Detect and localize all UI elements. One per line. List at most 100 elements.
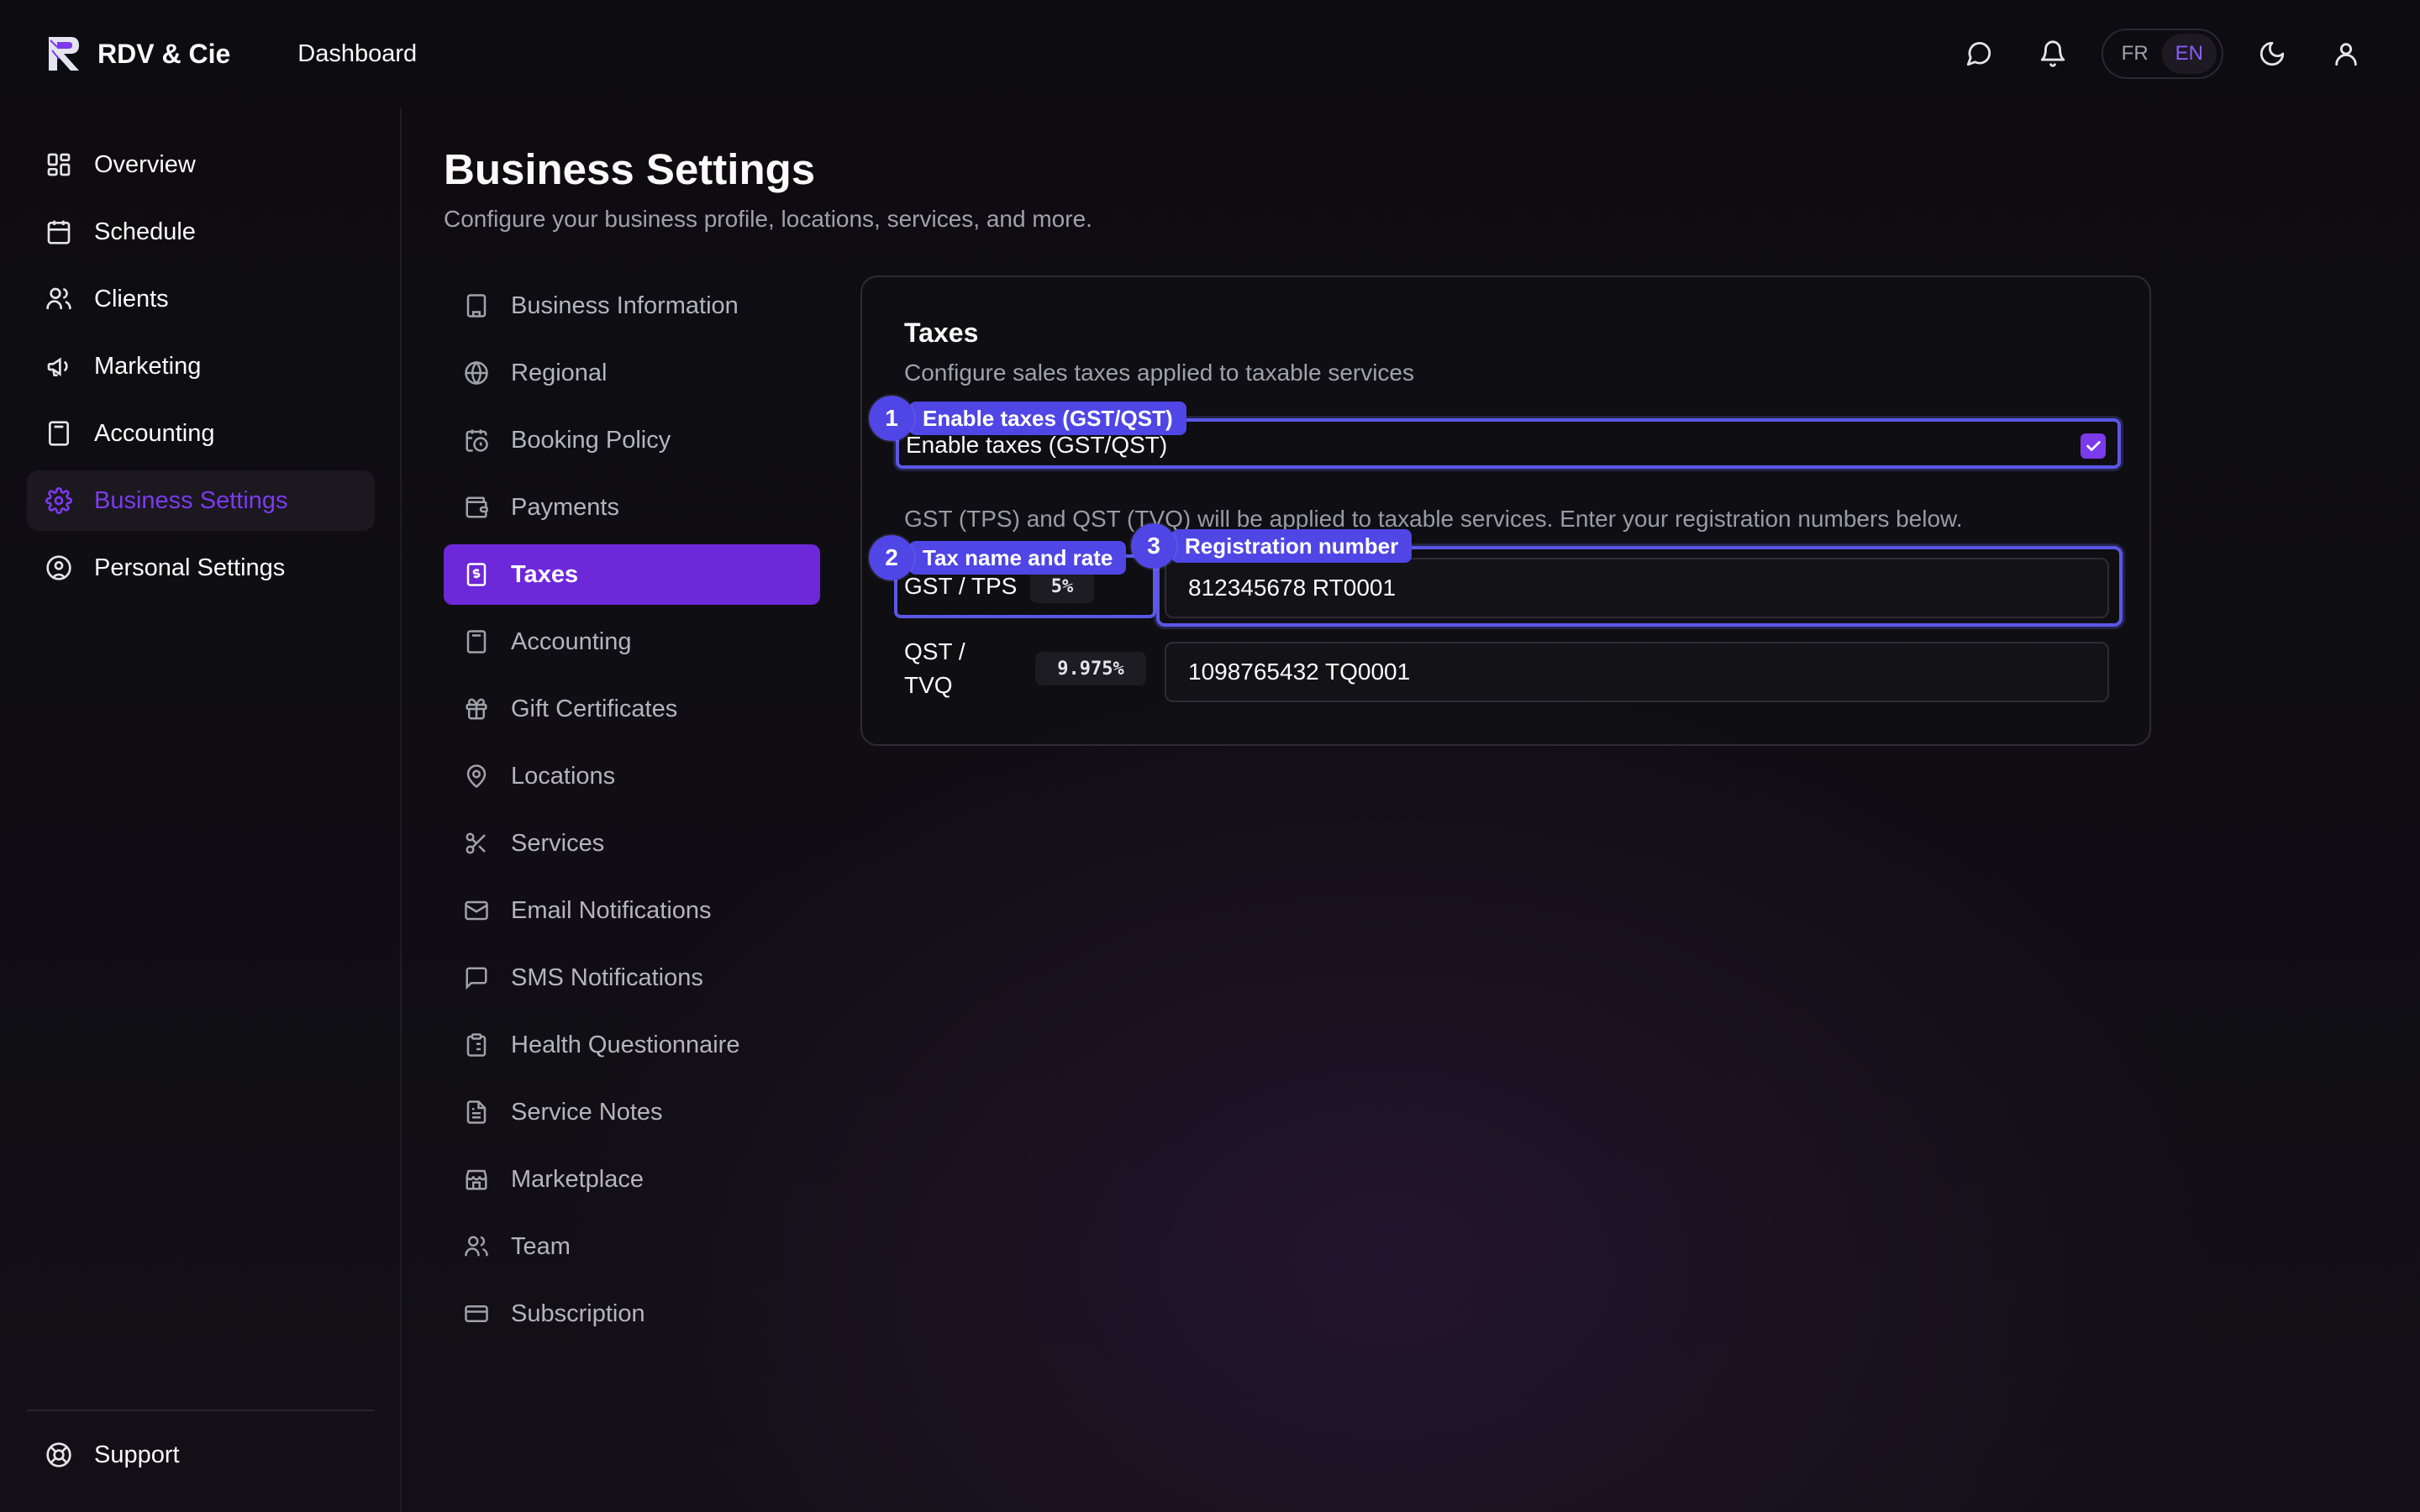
settings-nav-email-notifications[interactable]: Email Notifications (444, 880, 820, 941)
sidebar-item-personal-settings[interactable]: Personal Settings (27, 538, 375, 598)
tax-rate-badge: 5% (1030, 570, 1094, 603)
annotation-marker-2: 2 Tax name and rate (869, 535, 1127, 580)
settings-nav-label: SMS Notifications (511, 963, 703, 991)
sidebar: Overview Schedule Clients Marketing Acco… (0, 108, 402, 1512)
calculator-icon (466, 630, 487, 654)
file-text-icon (466, 1100, 487, 1124)
lang-fr-button[interactable]: FR (2108, 34, 2162, 74)
receipt-dollar-icon (466, 563, 487, 586)
settings-nav-team[interactable]: Team (444, 1216, 820, 1277)
settings-nav-label: Email Notifications (511, 896, 712, 924)
settings-nav-regional[interactable]: Regional (444, 343, 820, 403)
settings-nav-label: Booking Policy (511, 426, 671, 454)
card-description: Configure sales taxes applied to taxable… (904, 360, 1415, 386)
clipboard-icon (466, 1033, 487, 1057)
settings-nav-services[interactable]: Services (444, 813, 820, 874)
top-bar: RDV & Cie Dashboard FR EN (0, 0, 2420, 108)
language-toggle: FR EN (2101, 29, 2223, 79)
section-title: Dashboard (297, 39, 418, 67)
enable-taxes-checkbox[interactable] (2081, 433, 2106, 459)
moon-icon[interactable] (2235, 17, 2309, 91)
settings-nav-gift-certificates[interactable]: Gift Certificates (444, 679, 820, 739)
annotation-number: 2 (869, 535, 914, 580)
taxes-info-text: GST (TPS) and QST (TVQ) will be applied … (904, 506, 1963, 532)
annotation-number: 1 (869, 396, 914, 441)
wallet-icon (466, 496, 488, 518)
page-subtitle: Configure your business profile, locatio… (444, 206, 1092, 232)
tax-rate-badge: 9.975% (1035, 652, 1146, 685)
settings-nav-label: Payments (511, 493, 619, 521)
annotation-label: Enable taxes (GST/QST) (909, 402, 1186, 435)
sidebar-item-clients[interactable]: Clients (27, 269, 375, 329)
annotation-marker-1: 1 Enable taxes (GST/QST) (869, 396, 1186, 441)
sidebar-item-support[interactable]: Support (27, 1425, 375, 1485)
credit-card-icon (465, 1305, 488, 1322)
megaphone-icon (47, 357, 68, 376)
lifebuoy-icon (46, 1442, 71, 1467)
users-icon (465, 1236, 488, 1257)
building-icon (466, 294, 487, 318)
settings-nav-locations[interactable]: Locations (444, 746, 820, 806)
settings-nav-label: Gift Certificates (511, 695, 678, 722)
settings-nav-marketplace[interactable]: Marketplace (444, 1149, 820, 1210)
sidebar-item-overview[interactable]: Overview (27, 134, 375, 195)
calendar-clock-icon (466, 429, 488, 452)
map-pin-icon (466, 764, 487, 789)
settings-nav-payments[interactable]: Payments (444, 477, 820, 538)
tax-name: TVQ (904, 672, 953, 698)
settings-nav-label: Taxes (511, 560, 579, 588)
settings-nav-sms-notifications[interactable]: SMS Notifications (444, 948, 820, 1008)
settings-nav-subscription[interactable]: Subscription (444, 1284, 820, 1344)
card-title: Taxes (904, 318, 979, 348)
store-icon (466, 1169, 487, 1190)
sidebar-item-label: Clients (94, 285, 169, 312)
user-icon[interactable] (2309, 17, 2383, 91)
settings-nav-service-notes[interactable]: Service Notes (444, 1082, 820, 1142)
page-header: Business Settings Configure your busines… (444, 144, 1092, 233)
sidebar-item-label: Overview (94, 150, 196, 178)
settings-nav-label: Locations (511, 762, 616, 790)
scissors-icon (466, 832, 486, 854)
qst-registration-input[interactable] (1165, 642, 2109, 702)
annotation-number: 3 (1131, 523, 1176, 569)
brand-name: RDV & Cie (97, 38, 231, 69)
settings-nav-label: Health Questionnaire (511, 1031, 740, 1058)
sidebar-item-business-settings[interactable]: Business Settings (27, 470, 375, 531)
settings-nav-business-information[interactable]: Business Information (444, 276, 820, 336)
settings-nav-label: Services (511, 829, 605, 857)
sidebar-item-accounting[interactable]: Accounting (27, 403, 375, 464)
users-icon (46, 287, 71, 309)
sidebar-item-label: Business Settings (94, 486, 288, 514)
settings-nav-taxes[interactable]: Taxes (444, 544, 820, 605)
gear-icon (45, 487, 72, 514)
brand[interactable]: RDV & Cie (45, 34, 230, 74)
lang-en-button[interactable]: EN (2161, 34, 2217, 74)
sidebar-item-marketing[interactable]: Marketing (27, 336, 375, 396)
page-title: Business Settings (444, 145, 816, 193)
chat-bubble-icon[interactable] (1942, 17, 2016, 91)
settings-nav-label: Regional (511, 359, 608, 386)
gift-icon (466, 698, 487, 720)
bell-icon[interactable] (2016, 17, 2090, 91)
brand-logo-icon (49, 37, 79, 71)
annotation-marker-3: 3 Registration number (1131, 523, 1413, 569)
gst-registration-input[interactable] (1165, 558, 2109, 618)
user-circle-icon (46, 555, 71, 580)
taxes-card: Taxes Configure sales taxes applied to t… (860, 276, 2151, 746)
calculator-icon (49, 421, 69, 446)
message-square-icon (466, 967, 487, 990)
check-icon (2086, 441, 2101, 451)
settings-nav-booking-policy[interactable]: Booking Policy (444, 410, 820, 470)
calendar-icon (47, 220, 71, 244)
settings-nav-label: Marketplace (511, 1165, 644, 1193)
settings-nav-label: Service Notes (511, 1098, 663, 1126)
annotation-label: Tax name and rate (909, 541, 1127, 575)
settings-nav-accounting[interactable]: Accounting (444, 612, 820, 672)
globe-icon (465, 360, 488, 386)
settings-nav-health-questionnaire[interactable]: Health Questionnaire (444, 1015, 820, 1075)
sidebar-item-schedule[interactable]: Schedule (27, 202, 375, 262)
settings-nav-label: Accounting (511, 627, 632, 655)
tax-name: GST / TPS (904, 573, 1018, 599)
sidebar-item-label: Support (94, 1441, 180, 1468)
sidebar-divider (27, 1410, 375, 1411)
